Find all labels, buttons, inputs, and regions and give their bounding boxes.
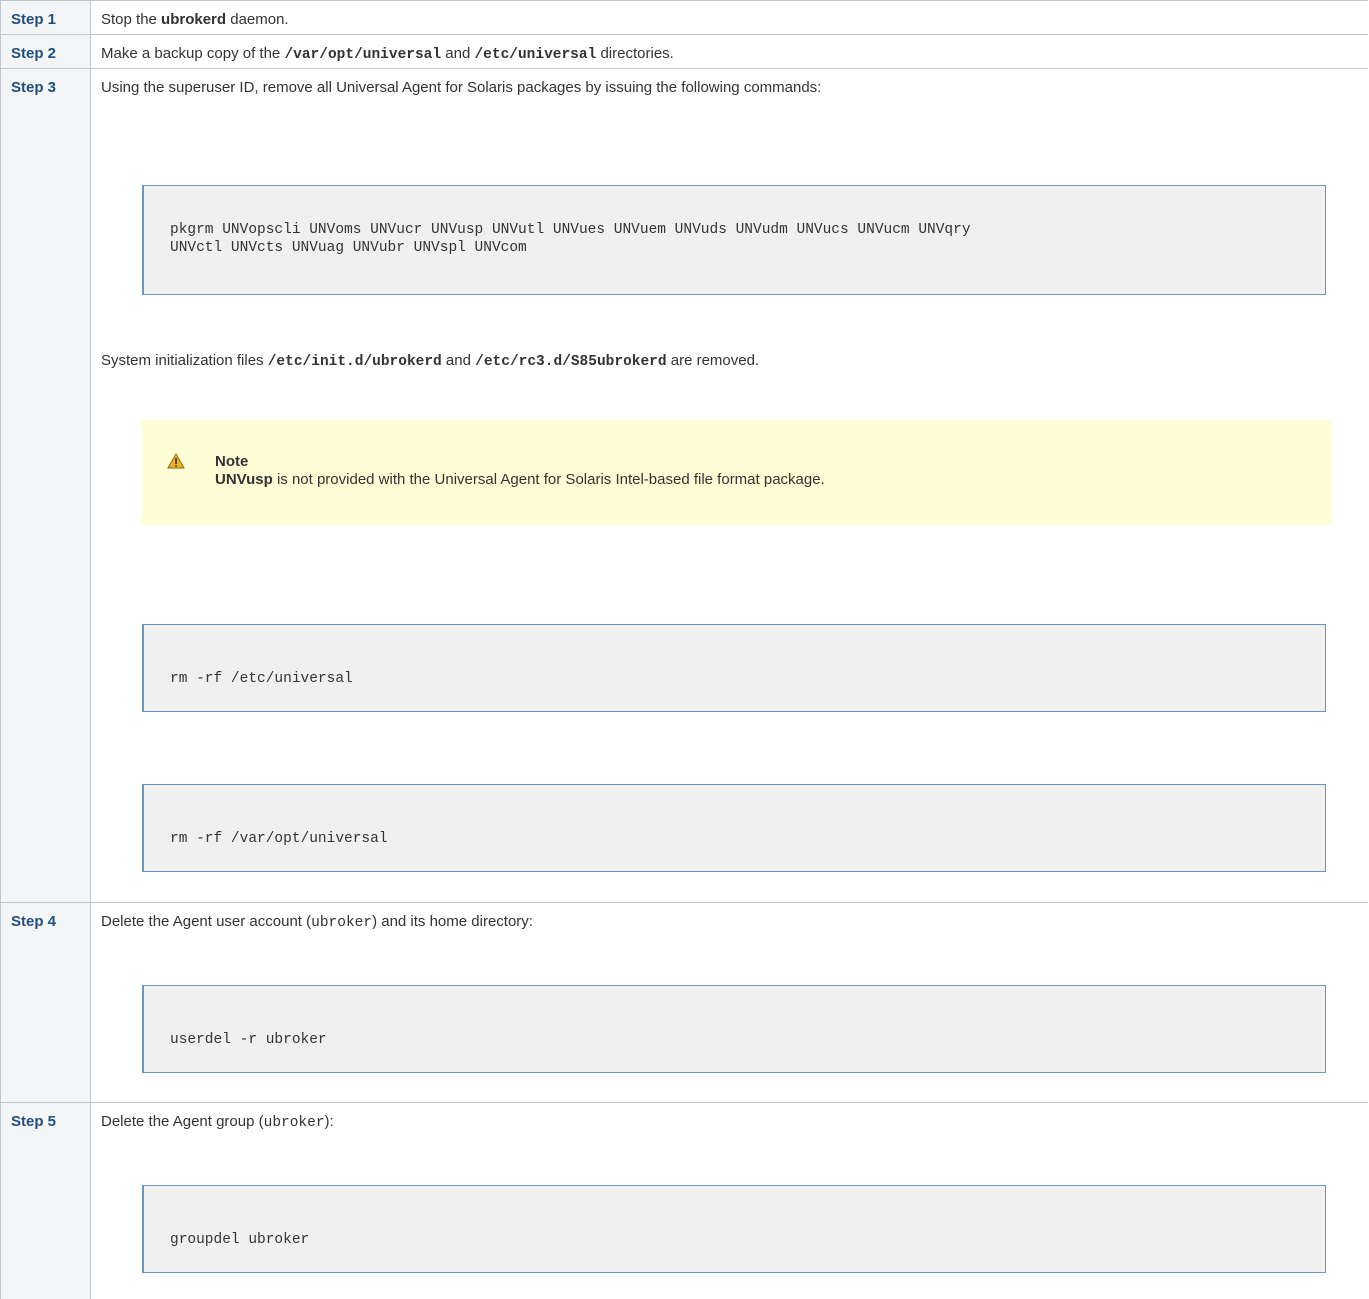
path-rc3-d: /etc/rc3.d/S85ubrokerd bbox=[475, 354, 667, 370]
step-text: Stop the ubrokerd daemon. bbox=[101, 11, 289, 29]
step-row-4: Step 4 Delete the Agent user account (ub… bbox=[0, 902, 1368, 1103]
code-block-rm-etc: rm -rf /etc/universal bbox=[142, 624, 1326, 712]
step-row-5: Step 5 Delete the Agent group (ubroker):… bbox=[0, 1102, 1368, 1299]
step-label: Step 4 bbox=[11, 913, 57, 930]
daemon-name: ubrokerd bbox=[161, 11, 227, 28]
step-label: Step 5 bbox=[11, 1113, 57, 1130]
text-segment: System initialization files bbox=[101, 352, 268, 369]
warning-icon bbox=[167, 452, 185, 473]
step-cell: Step 4 bbox=[0, 903, 91, 1103]
step-row-1: Step 1 Stop the ubrokerd daemon. bbox=[0, 0, 1368, 35]
code-block-userdel: userdel -r ubroker bbox=[142, 985, 1326, 1073]
note-body: UNVusp is not provided with the Universa… bbox=[215, 471, 825, 489]
step-cell: Step 5 bbox=[0, 1103, 91, 1299]
code-text: userdel -r ubroker bbox=[170, 1032, 327, 1048]
text-segment: Make a backup copy of the bbox=[101, 45, 285, 62]
text-segment: ): bbox=[324, 1113, 334, 1130]
text-segment: Stop the bbox=[101, 11, 162, 28]
step-text: Delete the Agent group (ubroker): bbox=[101, 1113, 334, 1132]
code-text: pkgrm UNVopscli UNVoms UNVucr UNVusp UNV… bbox=[170, 222, 971, 256]
code-text: rm -rf /etc/universal bbox=[170, 671, 353, 687]
text-segment: Delete the Agent group ( bbox=[101, 1113, 264, 1130]
note-panel: Note UNVusp is not provided with the Uni… bbox=[142, 420, 1331, 525]
path-var-opt: /var/opt/universal bbox=[284, 47, 442, 63]
step-cell: Step 1 bbox=[0, 1, 91, 35]
step-cell: Step 2 bbox=[0, 35, 91, 69]
step-row-2: Step 2 Make a backup copy of the /var/op… bbox=[0, 34, 1368, 69]
user-name: ubroker bbox=[311, 915, 373, 931]
note-text: is not provided with the Universal Agent… bbox=[272, 471, 825, 488]
text-segment: are removed. bbox=[666, 352, 760, 369]
step-row-3: Step 3 Using the superuser ID, remove al… bbox=[0, 68, 1368, 903]
step-label: Step 2 bbox=[11, 45, 57, 62]
step-content: Stop the ubrokerd daemon. bbox=[91, 1, 1368, 35]
step-content: Make a backup copy of the /var/opt/unive… bbox=[91, 35, 1368, 69]
text-segment: Delete the Agent user account ( bbox=[101, 913, 312, 930]
step-content: Using the superuser ID, remove all Unive… bbox=[91, 69, 1368, 903]
step-content: Delete the Agent user account (ubroker) … bbox=[91, 903, 1368, 1103]
step-text: Make a backup copy of the /var/opt/unive… bbox=[101, 45, 674, 64]
note-package-name: UNVusp bbox=[215, 471, 273, 488]
code-block-groupdel: groupdel ubroker bbox=[142, 1185, 1326, 1273]
code-block-rm-var: rm -rf /var/opt/universal bbox=[142, 784, 1326, 872]
removed-files-text: System initialization files /etc/init.d/… bbox=[101, 352, 759, 371]
step-intro: Using the superuser ID, remove all Unive… bbox=[101, 79, 822, 96]
code-text: groupdel ubroker bbox=[170, 1232, 310, 1248]
note-title: Note bbox=[215, 453, 249, 470]
text-segment: ) and its home directory: bbox=[372, 913, 533, 930]
text-segment: and bbox=[441, 45, 475, 62]
path-init-d: /etc/init.d/ubrokerd bbox=[267, 354, 442, 370]
group-name: ubroker bbox=[263, 1115, 325, 1131]
step-label: Step 3 bbox=[11, 79, 57, 96]
step-text: Delete the Agent user account (ubroker) … bbox=[101, 913, 533, 932]
step-content: Delete the Agent group (ubroker): groupd… bbox=[91, 1103, 1368, 1299]
text-segment: and bbox=[441, 352, 476, 369]
text-segment: daemon. bbox=[226, 11, 289, 28]
step-label: Step 1 bbox=[11, 11, 57, 28]
code-block-pkgrm: pkgrm UNVopscli UNVoms UNVucr UNVusp UNV… bbox=[142, 185, 1326, 295]
path-etc: /etc/universal bbox=[474, 47, 597, 63]
step-cell: Step 3 bbox=[0, 69, 91, 903]
code-text: rm -rf /var/opt/universal bbox=[170, 831, 388, 847]
text-segment: directories. bbox=[596, 45, 674, 62]
